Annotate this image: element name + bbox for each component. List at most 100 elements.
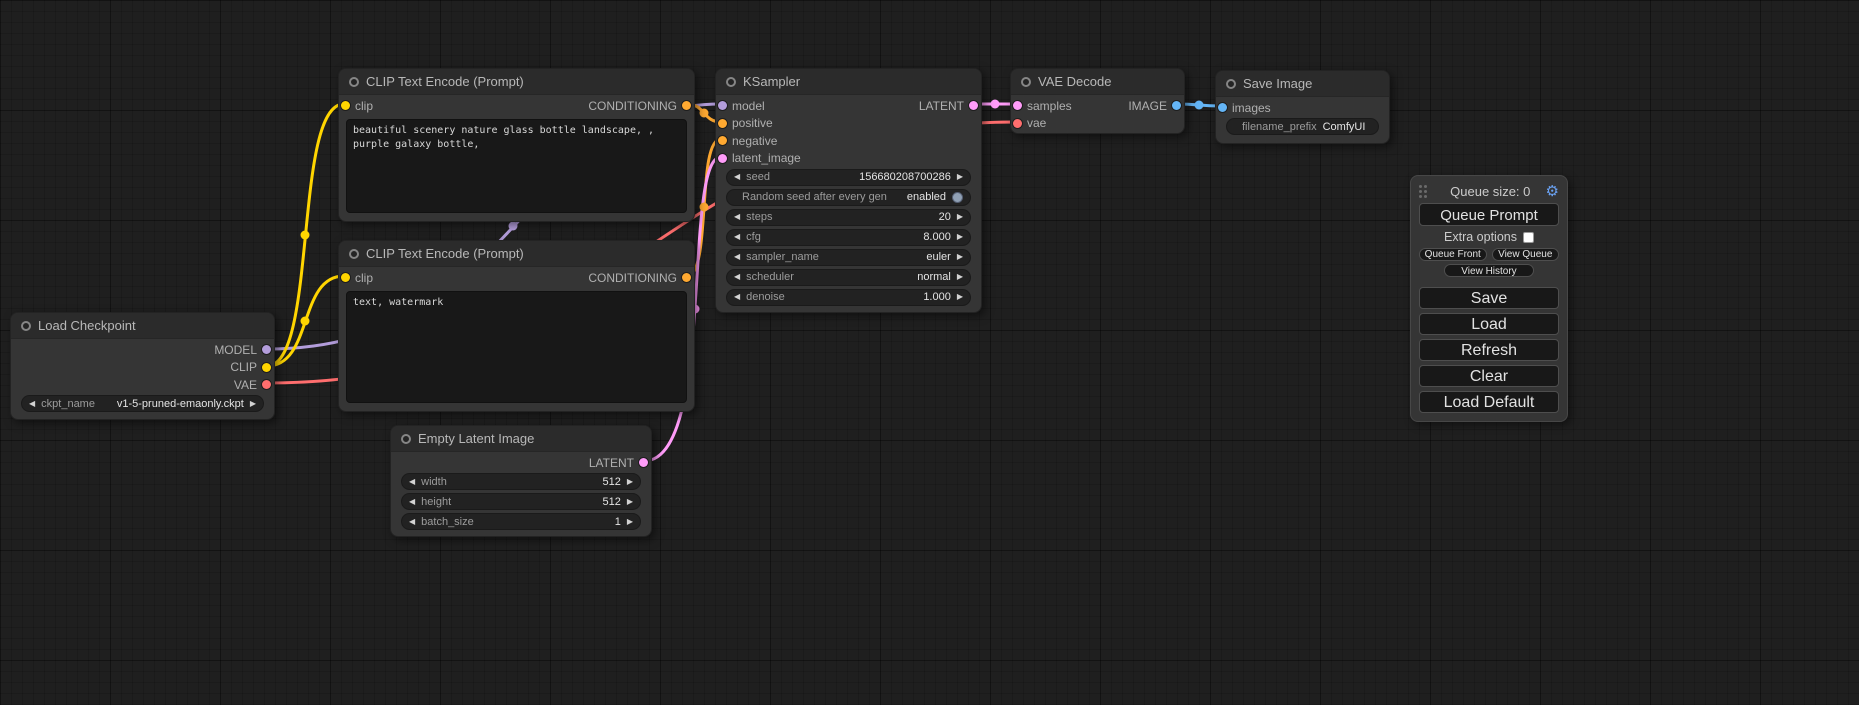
node-clip-text-encode-negative[interactable]: CLIP Text Encode (Prompt) clip CONDITION…	[338, 240, 695, 412]
widget-value: enabled	[907, 191, 946, 203]
refresh-button[interactable]: Refresh	[1419, 339, 1559, 361]
decrement-arrow-icon[interactable]: ◀	[734, 213, 740, 221]
view-queue-button[interactable]: View Queue	[1492, 248, 1560, 261]
increment-arrow-icon[interactable]: ▶	[957, 233, 963, 241]
queue-front-button[interactable]: Queue Front	[1419, 248, 1487, 261]
node-graph-canvas[interactable]: Load Checkpoint MODEL CLIP VAE ◀ ckpt_na…	[0, 0, 1859, 705]
widget-seed[interactable]: ◀ seed 156680208700286 ▶	[726, 169, 971, 186]
output-label-conditioning: CONDITIONING	[588, 271, 677, 285]
collapse-dot-icon[interactable]	[726, 77, 736, 87]
increment-arrow-icon[interactable]: ▶	[627, 498, 633, 506]
widget-sampler-name[interactable]: ◀ sampler_name euler ▶	[726, 249, 971, 266]
prompt-textarea[interactable]: text, watermark	[346, 291, 687, 404]
widget-filename-prefix[interactable]: filename_prefix ComfyUI	[1226, 118, 1379, 135]
widget-random-seed-toggle[interactable]: Random seed after every gen enabled	[726, 189, 971, 206]
slot-row: latent_image	[716, 150, 981, 168]
widget-ckpt-name[interactable]: ◀ ckpt_name v1-5-pruned-emaonly.ckpt ▶	[21, 395, 264, 412]
input-slot-images[interactable]	[1218, 103, 1227, 112]
clear-button[interactable]: Clear	[1419, 365, 1559, 387]
input-slot-vae[interactable]	[1013, 119, 1022, 128]
input-slot-clip[interactable]	[341, 101, 350, 110]
decrement-arrow-icon[interactable]: ◀	[734, 293, 740, 301]
node-load-checkpoint[interactable]: Load Checkpoint MODEL CLIP VAE ◀ ckpt_na…	[10, 312, 275, 420]
input-slot-clip[interactable]	[341, 273, 350, 282]
toggle-knob-icon[interactable]	[952, 192, 963, 203]
save-button[interactable]: Save	[1419, 287, 1559, 309]
node-ksampler[interactable]: KSampler model LATENT positive negative …	[715, 68, 982, 313]
node-header[interactable]: Load Checkpoint	[11, 313, 274, 339]
output-slot-image[interactable]	[1172, 101, 1181, 110]
decrement-arrow-icon[interactable]: ◀	[409, 478, 415, 486]
load-button[interactable]: Load	[1419, 313, 1559, 335]
increment-arrow-icon[interactable]: ▶	[627, 478, 633, 486]
input-slot-model[interactable]	[718, 101, 727, 110]
node-header[interactable]: Empty Latent Image	[391, 426, 651, 452]
slot-row: model LATENT	[716, 97, 981, 115]
output-label-model: MODEL	[214, 343, 257, 357]
widget-denoise[interactable]: ◀ denoise 1.000 ▶	[726, 289, 971, 306]
widget-scheduler[interactable]: ◀ scheduler normal ▶	[726, 269, 971, 286]
node-header[interactable]: VAE Decode	[1011, 69, 1184, 95]
collapse-dot-icon[interactable]	[1226, 79, 1236, 89]
prompt-textarea[interactable]: beautiful scenery nature glass bottle la…	[346, 119, 687, 214]
output-slot-vae[interactable]	[262, 380, 271, 389]
decrement-arrow-icon[interactable]: ◀	[734, 253, 740, 261]
extra-options-checkbox[interactable]	[1523, 232, 1534, 243]
increment-arrow-icon[interactable]: ▶	[957, 273, 963, 281]
decrement-arrow-icon[interactable]: ◀	[734, 233, 740, 241]
decrement-arrow-icon[interactable]: ◀	[409, 518, 415, 526]
input-slot-latent-image[interactable]	[718, 154, 727, 163]
output-slot-latent[interactable]	[969, 101, 978, 110]
decrement-arrow-icon[interactable]: ◀	[734, 273, 740, 281]
collapse-dot-icon[interactable]	[1021, 77, 1031, 87]
settings-gear-icon[interactable]: ⚙	[1546, 184, 1559, 199]
load-default-button[interactable]: Load Default	[1419, 391, 1559, 413]
decrement-arrow-icon[interactable]: ◀	[409, 498, 415, 506]
widget-steps[interactable]: ◀ steps 20 ▶	[726, 209, 971, 226]
widget-value: euler	[926, 251, 950, 263]
output-slot-model[interactable]	[262, 345, 271, 354]
collapse-dot-icon[interactable]	[21, 321, 31, 331]
node-clip-text-encode-positive[interactable]: CLIP Text Encode (Prompt) clip CONDITION…	[338, 68, 695, 222]
widget-batch-size[interactable]: ◀ batch_size 1 ▶	[401, 513, 641, 530]
increment-arrow-icon[interactable]: ▶	[957, 253, 963, 261]
view-history-button[interactable]: View History	[1444, 264, 1534, 277]
widget-height[interactable]: ◀ height 512 ▶	[401, 493, 641, 510]
node-empty-latent-image[interactable]: Empty Latent Image LATENT ◀ width 512 ▶ …	[390, 425, 652, 537]
drag-handle-icon[interactable]	[1419, 185, 1427, 198]
collapse-dot-icon[interactable]	[349, 249, 359, 259]
increment-arrow-icon[interactable]: ▶	[957, 213, 963, 221]
input-slot-negative[interactable]	[718, 136, 727, 145]
node-header[interactable]: Save Image	[1216, 71, 1389, 97]
collapse-dot-icon[interactable]	[401, 434, 411, 444]
widget-cfg[interactable]: ◀ cfg 8.000 ▶	[726, 229, 971, 246]
widget-label: filename_prefix	[1242, 121, 1317, 133]
node-save-image[interactable]: Save Image images filename_prefix ComfyU…	[1215, 70, 1390, 144]
widget-width[interactable]: ◀ width 512 ▶	[401, 473, 641, 490]
queue-panel: Queue size: 0 ⚙ Queue Prompt Extra optio…	[1410, 175, 1568, 422]
widget-value: 8.000	[923, 231, 951, 243]
increment-arrow-icon[interactable]: ▶	[627, 518, 633, 526]
input-slot-positive[interactable]	[718, 119, 727, 128]
widget-label: batch_size	[421, 516, 474, 528]
wire-midpoint-dot	[700, 109, 709, 118]
decrement-arrow-icon[interactable]: ◀	[29, 400, 35, 408]
increment-arrow-icon[interactable]: ▶	[250, 400, 256, 408]
node-header[interactable]: CLIP Text Encode (Prompt)	[339, 69, 694, 95]
node-title: Load Checkpoint	[38, 318, 136, 333]
widget-label: height	[421, 496, 451, 508]
output-slot-conditioning[interactable]	[682, 273, 691, 282]
decrement-arrow-icon[interactable]: ◀	[734, 173, 740, 181]
input-slot-samples[interactable]	[1013, 101, 1022, 110]
node-header[interactable]: CLIP Text Encode (Prompt)	[339, 241, 694, 267]
collapse-dot-icon[interactable]	[349, 77, 359, 87]
output-slot-clip[interactable]	[262, 363, 271, 372]
increment-arrow-icon[interactable]: ▶	[957, 293, 963, 301]
output-slot-latent[interactable]	[639, 458, 648, 467]
queue-prompt-button[interactable]: Queue Prompt	[1419, 203, 1559, 226]
node-vae-decode[interactable]: VAE Decode samples IMAGE vae	[1010, 68, 1185, 134]
output-slot-conditioning[interactable]	[682, 101, 691, 110]
widget-label: width	[421, 476, 447, 488]
increment-arrow-icon[interactable]: ▶	[957, 173, 963, 181]
node-header[interactable]: KSampler	[716, 69, 981, 95]
